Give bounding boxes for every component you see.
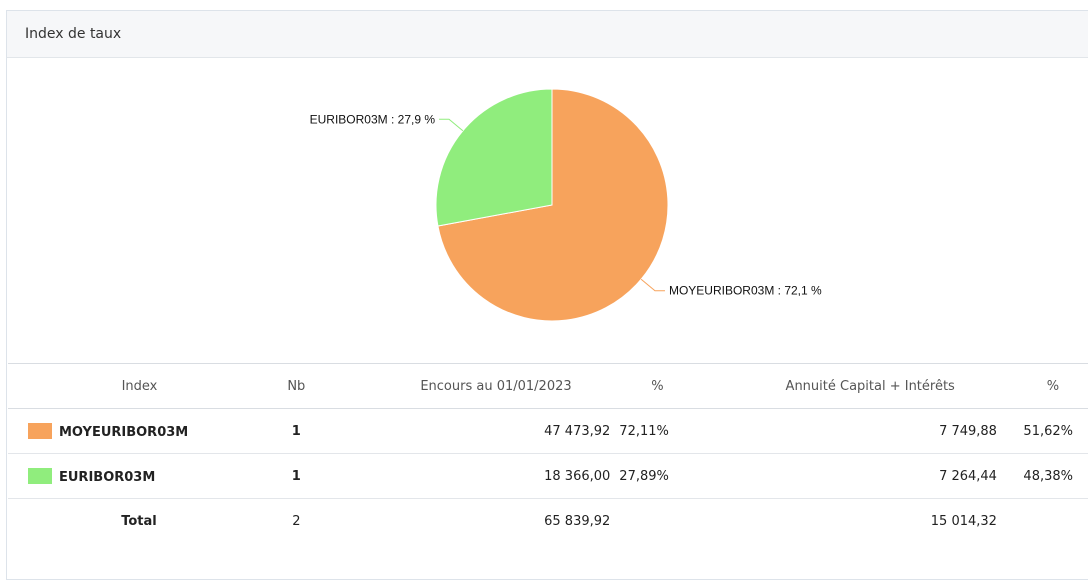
pie-slice-euribor03m[interactable] [435, 88, 553, 227]
total-encours: 65 839,92 [544, 513, 611, 529]
row-index-name: MOYEURIBOR03M [59, 424, 189, 440]
row-encours: 18 366,00 [321, 453, 612, 499]
total-percent-encours [611, 499, 703, 544]
legend-swatch [28, 422, 52, 439]
row-index-name: EURIBOR03M [59, 469, 156, 485]
pie-chart: MOYEURIBOR03M : 72,1 % EURIBOR03M : 27,9 … [310, 88, 822, 322]
row-nb: 1 [270, 408, 322, 454]
total-row: Total 2 65 839,92 15 014,32 [8, 499, 1088, 544]
total-nb: 2 [292, 513, 301, 529]
table-header-row: Index Nb Encours au 01/01/2023 % Annuité… [8, 363, 1088, 409]
total-annuite: 15 014,32 [930, 513, 997, 529]
row-percent-encours: 27,89% [611, 453, 704, 499]
pie-data-label: MOYEURIBOR03M : 72,1 % [669, 284, 822, 298]
total-percent-annuite [998, 499, 1088, 544]
total-label: Total [121, 513, 157, 529]
header-nb: Nb [270, 363, 322, 409]
row-annuite: 7 749,88 [703, 408, 998, 454]
header-encours: Encours au 01/01/2023 [321, 363, 612, 409]
header-annuite: Annuité Capital + Intérêts [703, 363, 998, 409]
legend-swatch [28, 467, 52, 484]
table-row: EURIBOR03M 1 18 366,00 27,89% 7 264,44 4… [8, 453, 1088, 499]
row-nb: 1 [270, 453, 322, 499]
pie-connector [640, 278, 665, 292]
row-encours: 47 473,92 [321, 408, 612, 454]
row-percent-encours: 72,11% [611, 408, 704, 454]
pie-connector [439, 118, 464, 132]
row-percent-annuite: 51,62% [997, 408, 1088, 454]
header-index: Index [8, 363, 271, 409]
row-annuite: 7 264,44 [703, 453, 998, 499]
header-percent-encours: % [611, 363, 704, 409]
table-row: MOYEURIBOR03M 1 47 473,92 72,11% 7 749,8… [8, 408, 1088, 454]
row-percent-annuite: 48,38% [997, 453, 1088, 499]
pie-data-label: EURIBOR03M : 27,9 % [310, 112, 436, 126]
index-table: Index Nb Encours au 01/01/2023 % Annuité… [8, 363, 1088, 543]
header-percent-annuite: % [997, 363, 1088, 409]
